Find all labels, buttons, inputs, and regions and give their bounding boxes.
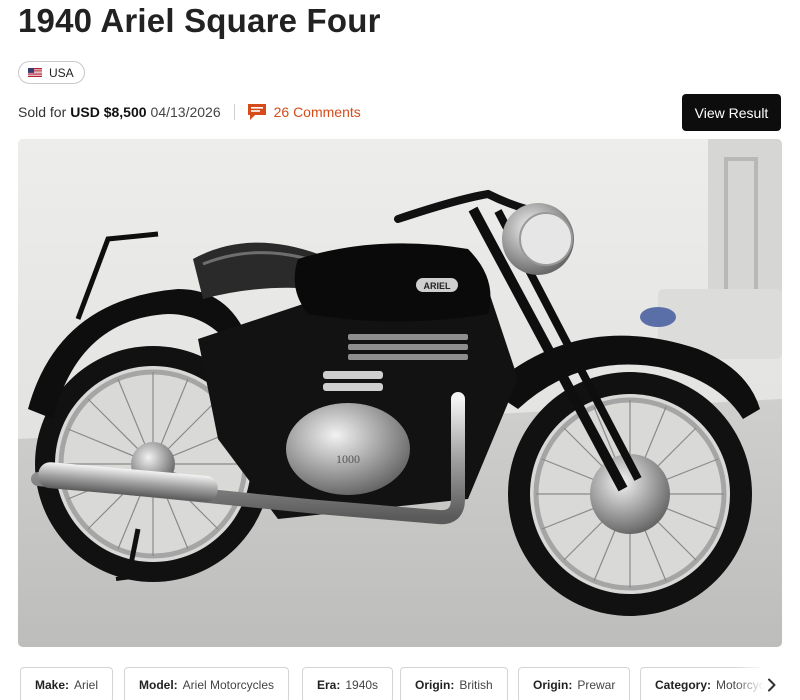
spec-key: Model: xyxy=(139,678,178,692)
motorcycle-image: ARIEL 1000 xyxy=(18,139,782,647)
spec-value: Prewar xyxy=(577,678,616,692)
us-flag-icon xyxy=(28,68,42,77)
comments-label: 26 Comments xyxy=(273,104,361,120)
spec-key: Origin: xyxy=(533,678,573,692)
spec-chip-origin[interactable]: Origin: British xyxy=(400,667,508,700)
sold-prefix: Sold for xyxy=(18,104,67,120)
divider xyxy=(233,104,235,120)
spec-key: Era: xyxy=(317,678,341,692)
spec-value: Ariel Motorcycles xyxy=(182,678,275,692)
listing-title: 1940 Ariel Square Four xyxy=(18,2,381,39)
spec-value: British xyxy=(459,678,493,692)
spec-key: Make: xyxy=(35,678,70,692)
spec-key: Origin: xyxy=(415,678,455,692)
comment-bubble-icon xyxy=(247,104,266,120)
spec-value: Ariel xyxy=(74,678,99,692)
spec-chip-model[interactable]: Model: Ariel Motorcycles xyxy=(124,667,290,700)
chevron-right-icon xyxy=(768,678,776,692)
spec-value: 1940s xyxy=(345,678,379,692)
spec-chip-era[interactable]: Era: 1940s xyxy=(302,667,394,700)
chips-next-button[interactable] xyxy=(760,673,784,697)
listing-photo[interactable]: ARIEL 1000 xyxy=(18,139,782,647)
spec-chip-make[interactable]: Make: Ariel xyxy=(20,667,114,700)
tank-badge: ARIEL xyxy=(424,281,452,291)
engine-badge: 1000 xyxy=(336,452,360,466)
spec-chips-row: Make: Ariel Model: Ariel Motorcycles Era… xyxy=(20,667,784,700)
country-badge[interactable]: USA xyxy=(18,61,85,84)
sold-date: 04/13/2026 xyxy=(150,104,221,120)
sale-info-row: Sold for USD $8,500 04/13/2026 26 Commen… xyxy=(18,102,361,122)
comments-link[interactable]: 26 Comments xyxy=(247,104,361,120)
spec-chip-origin-prewar[interactable]: Origin: Prewar xyxy=(518,667,631,700)
spec-key: Category: xyxy=(655,678,712,692)
view-result-button[interactable]: View Result xyxy=(682,94,781,131)
sold-price: USD $8,500 xyxy=(70,104,147,120)
country-label: USA xyxy=(49,65,74,80)
